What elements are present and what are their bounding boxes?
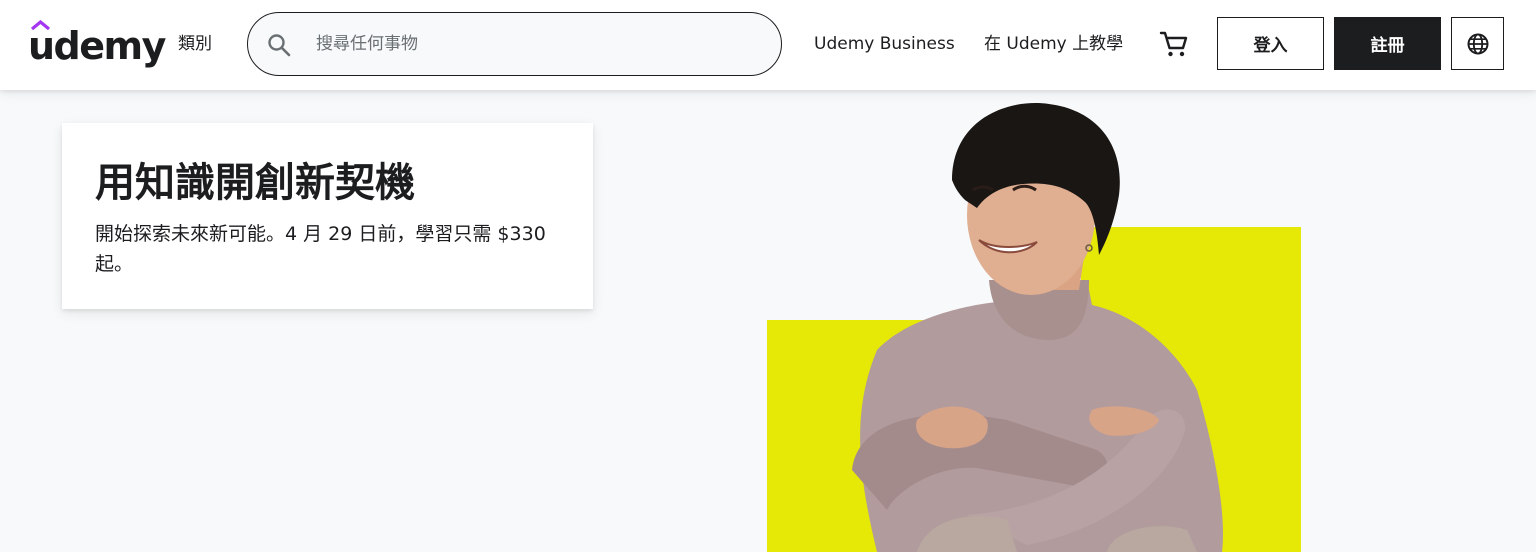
search-input[interactable]	[316, 27, 756, 61]
login-button[interactable]: 登入	[1217, 17, 1324, 70]
search-icon[interactable]	[266, 32, 292, 58]
search-bar[interactable]	[247, 12, 782, 76]
hero-banner: 用知識開創新契機 開始探索未來新可能。4 月 29 日前，學習只需 $330起。	[0, 90, 1536, 552]
promo-title: 用知識開創新契機	[95, 159, 415, 206]
globe-icon	[1467, 33, 1488, 54]
udemy-business-link[interactable]: Udemy Business	[814, 32, 955, 56]
promo-description: 開始探索未來新可能。4 月 29 日前，學習只需 $330起。	[95, 223, 546, 275]
promo-card: 用知識開創新契機 開始探索未來新可能。4 月 29 日前，學習只需 $330起。	[62, 123, 593, 309]
categories-link[interactable]: 類別	[178, 32, 212, 56]
signup-button[interactable]: 註冊	[1334, 17, 1441, 70]
cart-icon[interactable]	[1158, 28, 1190, 60]
hero-image	[767, 103, 1301, 552]
top-header: udemy 類別 Udemy Business 在 Udemy 上教學 登入 註…	[0, 0, 1536, 90]
login-label: 登入	[1253, 36, 1288, 56]
language-button[interactable]	[1451, 17, 1504, 70]
udemy-logo[interactable]: udemy	[28, 20, 166, 70]
signup-label: 註冊	[1370, 36, 1405, 56]
teach-on-udemy-link[interactable]: 在 Udemy 上教學	[984, 32, 1123, 56]
logo-text: udemy	[28, 24, 166, 68]
